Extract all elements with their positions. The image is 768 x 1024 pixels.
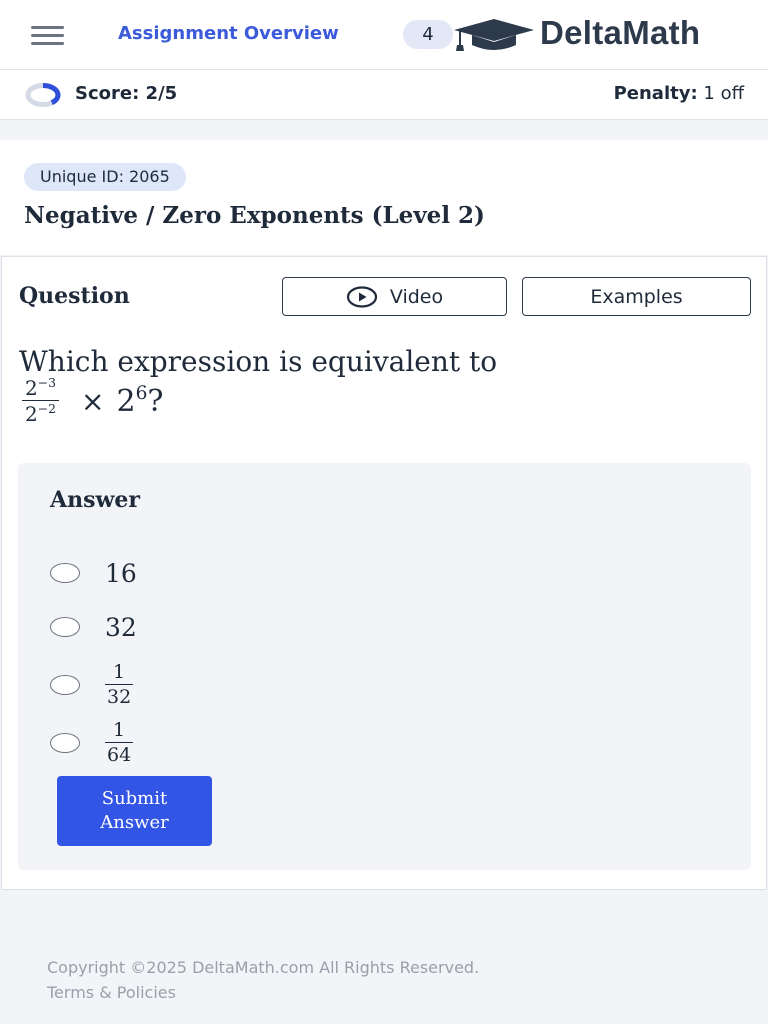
- expression-fraction: 2−3 2−2: [22, 374, 59, 424]
- progress-ring-icon: [25, 83, 61, 107]
- copyright-text: Copyright ©2025 DeltaMath.com All Rights…: [47, 958, 480, 977]
- penalty-indicator: Penalty: 1 off: [614, 83, 744, 104]
- choice-text: 16: [105, 558, 137, 588]
- penalty-value: 1 off: [703, 83, 744, 104]
- answer-section: Answer 16 32 1 32 1 64 Submit Answer: [18, 463, 751, 870]
- problem-header: Unique ID: 2065 Negative / Zero Exponent…: [0, 140, 768, 255]
- choice-fraction: 1 32: [105, 661, 134, 708]
- unique-id-badge: Unique ID: 2065: [24, 163, 186, 191]
- question-prompt: Which expression is equivalent to: [19, 345, 498, 378]
- radio-button[interactable]: [50, 675, 80, 695]
- choice-fraction: 1 64: [105, 719, 134, 766]
- video-button[interactable]: Video: [282, 277, 507, 316]
- footer: Copyright ©2025 DeltaMath.com All Rights…: [47, 955, 479, 1005]
- answer-choice-3[interactable]: 1 32: [50, 661, 134, 708]
- radio-button[interactable]: [50, 733, 80, 753]
- fraction-denominator: 2−2: [22, 400, 59, 424]
- power-term: 26?: [116, 382, 164, 419]
- answer-choice-4[interactable]: 1 64: [50, 719, 134, 766]
- question-heading: Question: [19, 283, 130, 309]
- fraction-numerator: 2−3: [25, 374, 56, 400]
- radio-button[interactable]: [50, 617, 80, 637]
- choice-text: 32: [105, 612, 137, 642]
- play-circle-icon: [346, 285, 377, 308]
- deltamath-logo-text[interactable]: DeltaMath: [540, 14, 700, 52]
- graduation-cap-icon: [454, 19, 534, 51]
- examples-button-label: Examples: [590, 285, 683, 308]
- answer-heading: Answer: [50, 487, 140, 513]
- examples-button[interactable]: Examples: [522, 277, 751, 316]
- skill-title: Negative / Zero Exponents (Level 2): [24, 202, 485, 229]
- hamburger-menu-icon[interactable]: [31, 26, 64, 46]
- top-navigation-bar: Assignment Overview 4 DeltaMath: [0, 0, 768, 70]
- penalty-label: Penalty:: [613, 83, 698, 104]
- score-label: Score: 2/5: [75, 83, 178, 104]
- question-card: Question Video Examples Which expression…: [1, 256, 767, 890]
- score-bar: Score: 2/5 Penalty: 1 off: [0, 70, 768, 120]
- submit-answer-button[interactable]: Submit Answer: [57, 776, 212, 846]
- assignment-count-badge: 4: [403, 20, 453, 49]
- question-expression: 2−3 2−2 × 26?: [22, 375, 164, 427]
- assignment-overview-link[interactable]: Assignment Overview: [118, 23, 339, 44]
- answer-choice-1[interactable]: 16: [50, 553, 137, 593]
- answer-choice-2[interactable]: 32: [50, 607, 137, 647]
- radio-button[interactable]: [50, 563, 80, 583]
- times-operator: ×: [81, 384, 105, 418]
- video-button-label: Video: [389, 285, 444, 308]
- terms-policies-link[interactable]: Terms & Policies: [47, 980, 479, 1005]
